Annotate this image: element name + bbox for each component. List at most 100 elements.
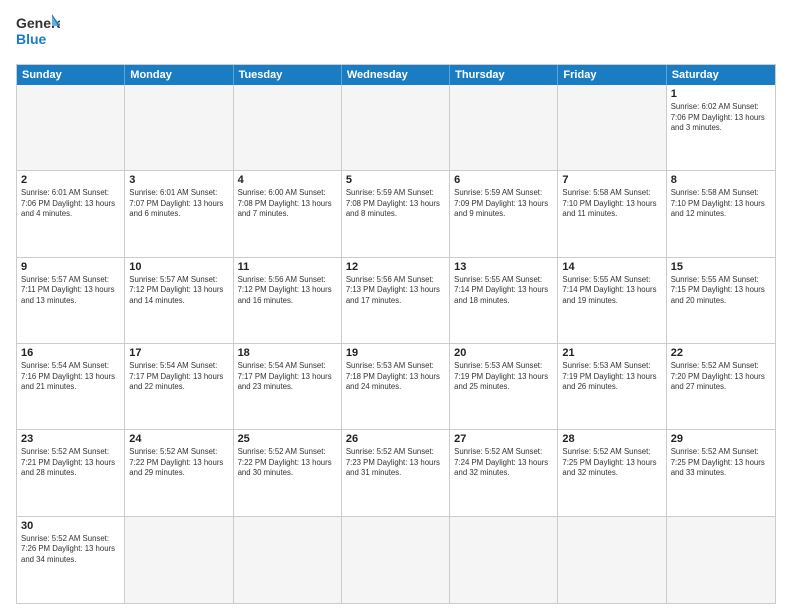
- cell-info: Sunrise: 5:52 AM Sunset: 7:26 PM Dayligh…: [21, 534, 120, 566]
- cell-date: 20: [454, 347, 553, 359]
- calendar-week: 23 Sunrise: 5:52 AM Sunset: 7:21 PM Dayli…: [17, 430, 775, 516]
- cell-info: Sunrise: 5:59 AM Sunset: 7:08 PM Dayligh…: [346, 188, 445, 220]
- calendar: SundayMondayTuesdayWednesdayThursdayFrid…: [16, 64, 776, 604]
- cell-date: 27: [454, 433, 553, 445]
- cell-date: 25: [238, 433, 337, 445]
- cell-date: 1: [671, 88, 771, 100]
- calendar-cell: [17, 85, 125, 170]
- cell-info: Sunrise: 5:58 AM Sunset: 7:10 PM Dayligh…: [671, 188, 771, 220]
- calendar-cell: [125, 517, 233, 603]
- calendar-cell: 7Sunrise: 5:58 AM Sunset: 7:10 PM Daylig…: [558, 171, 666, 256]
- cell-date: 22: [671, 347, 771, 359]
- cell-date: 18: [238, 347, 337, 359]
- calendar-cell: 30 Sunrise: 5:52 AM Sunset: 7:26 PM Dayli…: [17, 517, 125, 603]
- calendar-cell: 3 Sunrise: 6:01 AM Sunset: 7:07 PM Daylig…: [125, 171, 233, 256]
- calendar-cell: 14 Sunrise: 5:55 AM Sunset: 7:14 PM Dayli…: [558, 258, 666, 343]
- calendar-cell: 10 Sunrise: 5:57 AM Sunset: 7:12 PM Dayli…: [125, 258, 233, 343]
- calendar-cell: 28 Sunrise: 5:52 AM Sunset: 7:25 PM Dayli…: [558, 430, 666, 515]
- calendar-week: 1 Sunrise: 6:02 AM Sunset: 7:06 PM Daylig…: [17, 85, 775, 171]
- cell-info: Sunrise: 5:54 AM Sunset: 7:17 PM Dayligh…: [129, 361, 228, 393]
- cell-date: 15: [671, 261, 771, 273]
- calendar-cell: 15Sunrise: 5:55 AM Sunset: 7:15 PM Dayli…: [667, 258, 775, 343]
- day-headers: SundayMondayTuesdayWednesdayThursdayFrid…: [17, 65, 775, 85]
- calendar-cell: 11Sunrise: 5:56 AM Sunset: 7:12 PM Dayli…: [234, 258, 342, 343]
- calendar-cell: 25 Sunrise: 5:52 AM Sunset: 7:22 PM Dayli…: [234, 430, 342, 515]
- cell-info: Sunrise: 6:01 AM Sunset: 7:06 PM Dayligh…: [21, 188, 120, 220]
- calendar-cell: 29Sunrise: 5:52 AM Sunset: 7:25 PM Dayli…: [667, 430, 775, 515]
- cell-date: 23: [21, 433, 120, 445]
- cell-info: Sunrise: 5:52 AM Sunset: 7:25 PM Dayligh…: [562, 447, 661, 479]
- calendar-cell: 22 Sunrise: 5:52 AM Sunset: 7:20 PM Dayli…: [667, 344, 775, 429]
- calendar-body: 1 Sunrise: 6:02 AM Sunset: 7:06 PM Daylig…: [17, 85, 775, 603]
- day-header: Saturday: [667, 65, 775, 85]
- header: General Blue: [16, 12, 776, 56]
- calendar-cell: [234, 517, 342, 603]
- calendar-cell: 12 Sunrise: 5:56 AM Sunset: 7:13 PM Dayli…: [342, 258, 450, 343]
- cell-info: Sunrise: 5:56 AM Sunset: 7:12 PM Dayligh…: [238, 275, 337, 307]
- svg-text:Blue: Blue: [16, 31, 47, 47]
- cell-date: 6: [454, 174, 553, 186]
- cell-info: Sunrise: 5:55 AM Sunset: 7:14 PM Dayligh…: [562, 275, 661, 307]
- calendar-cell: 24 Sunrise: 5:52 AM Sunset: 7:22 PM Dayli…: [125, 430, 233, 515]
- cell-info: Sunrise: 5:54 AM Sunset: 7:16 PM Dayligh…: [21, 361, 120, 393]
- cell-info: Sunrise: 5:52 AM Sunset: 7:23 PM Dayligh…: [346, 447, 445, 479]
- calendar-cell: [558, 517, 666, 603]
- cell-date: 17: [129, 347, 228, 359]
- calendar-cell: [667, 517, 775, 603]
- cell-info: Sunrise: 5:58 AM Sunset: 7:10 PM Dayligh…: [562, 188, 661, 220]
- cell-date: 24: [129, 433, 228, 445]
- cell-date: 4: [238, 174, 337, 186]
- calendar-cell: 18Sunrise: 5:54 AM Sunset: 7:17 PM Dayli…: [234, 344, 342, 429]
- cell-info: Sunrise: 6:00 AM Sunset: 7:08 PM Dayligh…: [238, 188, 337, 220]
- calendar-cell: 20Sunrise: 5:53 AM Sunset: 7:19 PM Dayli…: [450, 344, 558, 429]
- cell-date: 12: [346, 261, 445, 273]
- cell-info: Sunrise: 5:52 AM Sunset: 7:24 PM Dayligh…: [454, 447, 553, 479]
- cell-date: 28: [562, 433, 661, 445]
- day-header: Sunday: [17, 65, 125, 85]
- cell-date: 5: [346, 174, 445, 186]
- cell-info: Sunrise: 6:02 AM Sunset: 7:06 PM Dayligh…: [671, 102, 771, 134]
- calendar-cell: [558, 85, 666, 170]
- calendar-cell: [450, 517, 558, 603]
- calendar-week: 16 Sunrise: 5:54 AM Sunset: 7:16 PM Dayli…: [17, 344, 775, 430]
- cell-date: 3: [129, 174, 228, 186]
- calendar-cell: 13Sunrise: 5:55 AM Sunset: 7:14 PM Dayli…: [450, 258, 558, 343]
- calendar-cell: 4 Sunrise: 6:00 AM Sunset: 7:08 PM Daylig…: [234, 171, 342, 256]
- calendar-week: 30 Sunrise: 5:52 AM Sunset: 7:26 PM Dayli…: [17, 517, 775, 603]
- cell-info: Sunrise: 5:52 AM Sunset: 7:20 PM Dayligh…: [671, 361, 771, 393]
- logo: General Blue: [16, 12, 60, 56]
- cell-info: Sunrise: 5:57 AM Sunset: 7:12 PM Dayligh…: [129, 275, 228, 307]
- cell-date: 26: [346, 433, 445, 445]
- cell-date: 2: [21, 174, 120, 186]
- cell-date: 29: [671, 433, 771, 445]
- day-header: Tuesday: [234, 65, 342, 85]
- day-header: Wednesday: [342, 65, 450, 85]
- calendar-cell: [342, 85, 450, 170]
- cell-info: Sunrise: 5:52 AM Sunset: 7:22 PM Dayligh…: [129, 447, 228, 479]
- calendar-cell: 6Sunrise: 5:59 AM Sunset: 7:09 PM Daylig…: [450, 171, 558, 256]
- calendar-cell: 27 Sunrise: 5:52 AM Sunset: 7:24 PM Dayli…: [450, 430, 558, 515]
- cell-date: 21: [562, 347, 661, 359]
- cell-date: 14: [562, 261, 661, 273]
- cell-info: Sunrise: 6:01 AM Sunset: 7:07 PM Dayligh…: [129, 188, 228, 220]
- cell-info: Sunrise: 5:53 AM Sunset: 7:19 PM Dayligh…: [562, 361, 661, 393]
- cell-info: Sunrise: 5:56 AM Sunset: 7:13 PM Dayligh…: [346, 275, 445, 307]
- calendar-cell: [125, 85, 233, 170]
- cell-date: 8: [671, 174, 771, 186]
- cell-info: Sunrise: 5:52 AM Sunset: 7:22 PM Dayligh…: [238, 447, 337, 479]
- cell-date: 30: [21, 520, 120, 532]
- day-header: Friday: [558, 65, 666, 85]
- cell-info: Sunrise: 5:52 AM Sunset: 7:21 PM Dayligh…: [21, 447, 120, 479]
- calendar-cell: 16 Sunrise: 5:54 AM Sunset: 7:16 PM Dayli…: [17, 344, 125, 429]
- calendar-cell: [342, 517, 450, 603]
- cell-info: Sunrise: 5:55 AM Sunset: 7:14 PM Dayligh…: [454, 275, 553, 307]
- cell-info: Sunrise: 5:57 AM Sunset: 7:11 PM Dayligh…: [21, 275, 120, 307]
- cell-date: 16: [21, 347, 120, 359]
- calendar-cell: [234, 85, 342, 170]
- calendar-cell: 5 Sunrise: 5:59 AM Sunset: 7:08 PM Daylig…: [342, 171, 450, 256]
- calendar-cell: [450, 85, 558, 170]
- cell-date: 10: [129, 261, 228, 273]
- cell-date: 9: [21, 261, 120, 273]
- calendar-cell: 2 Sunrise: 6:01 AM Sunset: 7:06 PM Daylig…: [17, 171, 125, 256]
- day-header: Monday: [125, 65, 233, 85]
